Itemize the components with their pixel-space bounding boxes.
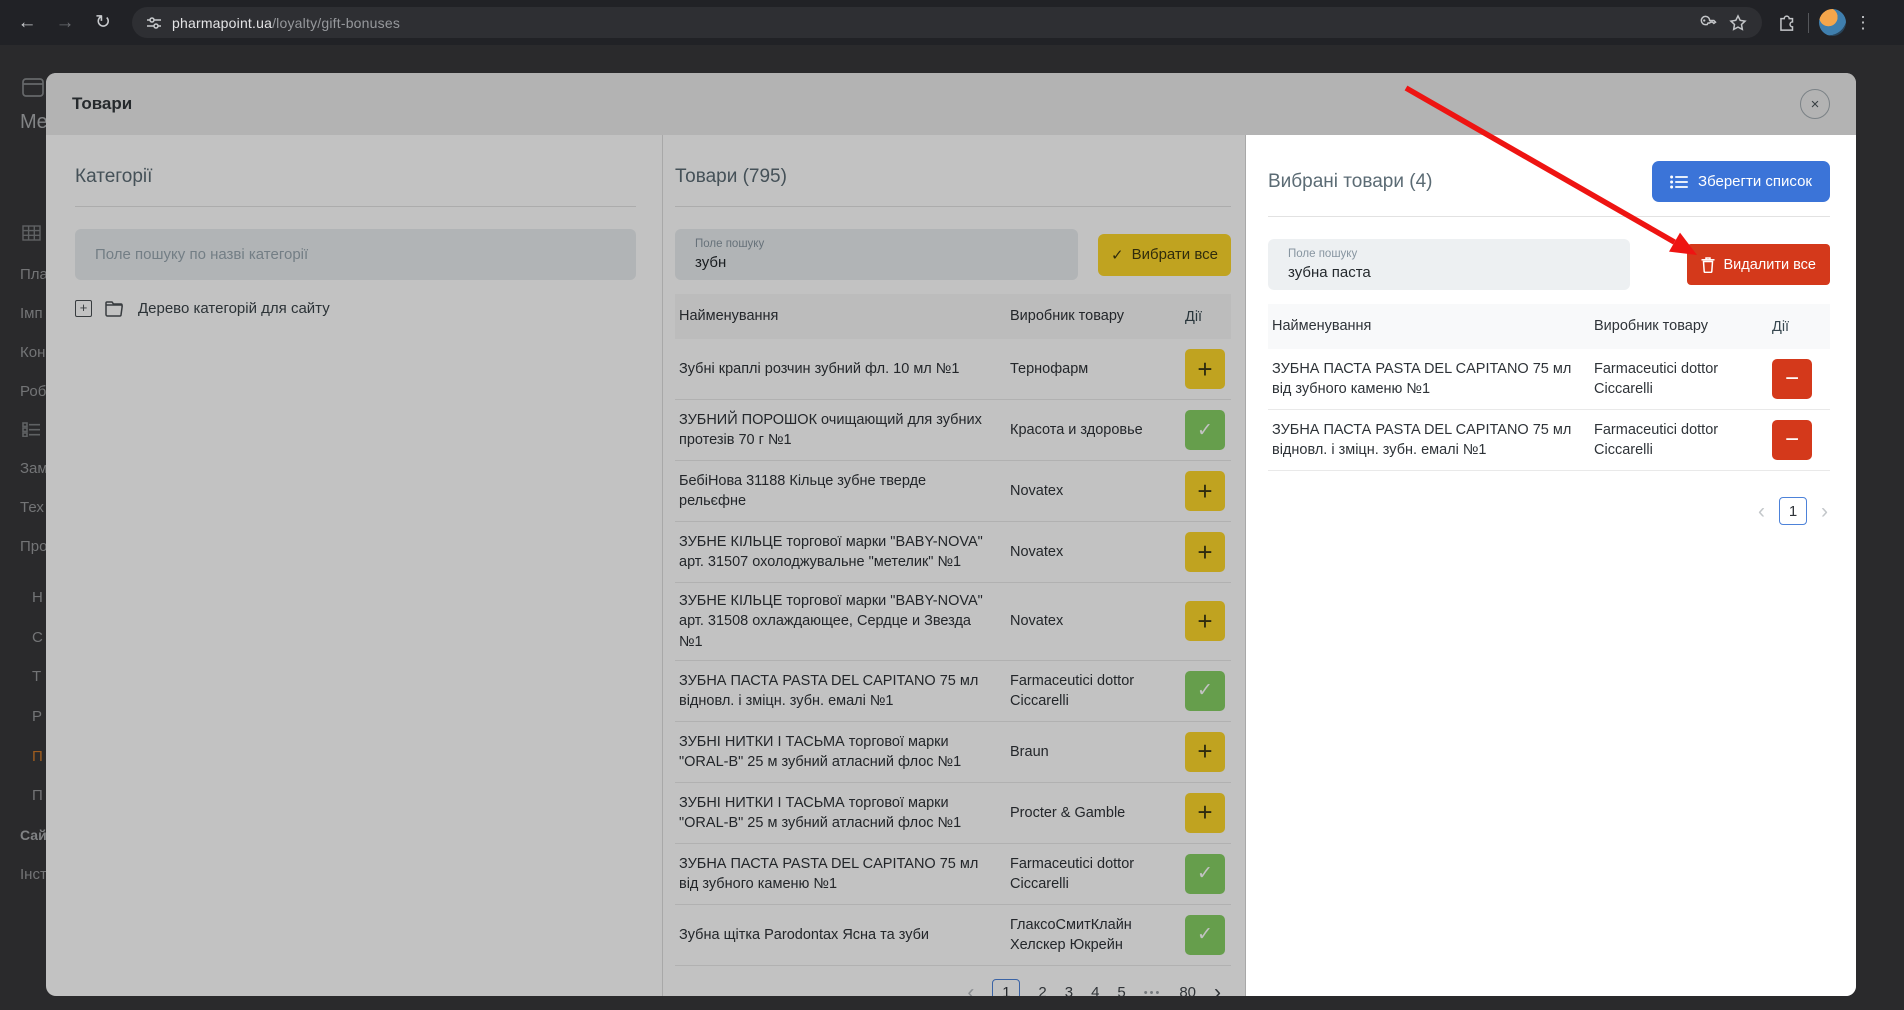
remove-product-button[interactable]: − — [1772, 359, 1812, 399]
selected-products-panel: Вибрані товари (4) Зберегти список Поле … — [1246, 135, 1856, 996]
bookmark-star-icon[interactable] — [1728, 13, 1748, 33]
search-field-value: зубна паста — [1288, 264, 1371, 281]
browser-menu-icon[interactable]: ⋮ — [1850, 13, 1876, 33]
product-manufacturer: Farmaceutici dottor Ciccarelli — [1594, 360, 1719, 397]
selected-table: Найменування Виробник товару Дії ЗУБНА П… — [1268, 304, 1830, 471]
next-page-icon[interactable]: › — [1821, 501, 1828, 522]
column-name: Найменування — [1272, 318, 1372, 335]
product-manufacturer: Farmaceutici dottor Ciccarelli — [1594, 421, 1719, 458]
prev-page-icon[interactable]: ‹ — [1758, 501, 1765, 522]
selected-row: ЗУБНА ПАСТА PASTA DEL CAPITANO 75 мл від… — [1268, 349, 1830, 410]
minus-icon: − — [1784, 365, 1799, 392]
url-text: pharmapoint.ua/loyalty/gift-bonuses — [172, 14, 401, 31]
delete-all-button[interactable]: Видалити все — [1686, 244, 1830, 285]
browser-toolbar: ← → ↻ pharmapoint.ua/loyalty/gift-bonuse… — [0, 0, 1904, 45]
save-list-button[interactable]: Зберегти список — [1652, 161, 1830, 202]
selected-search-input[interactable]: Поле пошуку зубна паста — [1268, 239, 1630, 290]
reload-icon[interactable]: ↻ — [86, 6, 120, 40]
back-icon[interactable]: ← — [10, 6, 44, 40]
product-name: ЗУБНА ПАСТА PASTA DEL CAPITANO 75 мл від… — [1272, 421, 1572, 458]
selected-title: Вибрані товари (4) — [1268, 170, 1433, 192]
table-header: Найменування Виробник товару Дії — [1268, 304, 1830, 349]
minus-icon: − — [1784, 426, 1799, 453]
toolbar-divider — [1808, 12, 1809, 33]
search-field-label: Поле пошуку — [1288, 248, 1358, 260]
list-icon — [1670, 175, 1689, 188]
trash-icon — [1701, 256, 1715, 273]
remove-product-button[interactable]: − — [1772, 420, 1812, 460]
address-bar[interactable]: pharmapoint.ua/loyalty/gift-bonuses — [132, 7, 1762, 38]
forward-icon[interactable]: → — [48, 6, 82, 40]
site-settings-icon[interactable] — [146, 15, 162, 31]
product-name: ЗУБНА ПАСТА PASTA DEL CAPITANO 75 мл від… — [1272, 360, 1572, 397]
selected-row: ЗУБНА ПАСТА PASTA DEL CAPITANO 75 мл від… — [1268, 410, 1830, 471]
extensions-icon[interactable] — [1776, 12, 1798, 34]
profile-avatar[interactable] — [1819, 9, 1846, 36]
page-active[interactable]: 1 — [1779, 497, 1807, 525]
page-background: Me Пла Імп Кон Роб Зам Тех Про Н С Т Р П… — [0, 45, 1904, 1010]
selected-pagination: ‹ 1 › — [1268, 497, 1830, 525]
column-actions: Дії — [1772, 318, 1790, 335]
password-key-icon[interactable] — [1698, 13, 1718, 33]
column-manufacturer: Виробник товару — [1594, 318, 1708, 335]
